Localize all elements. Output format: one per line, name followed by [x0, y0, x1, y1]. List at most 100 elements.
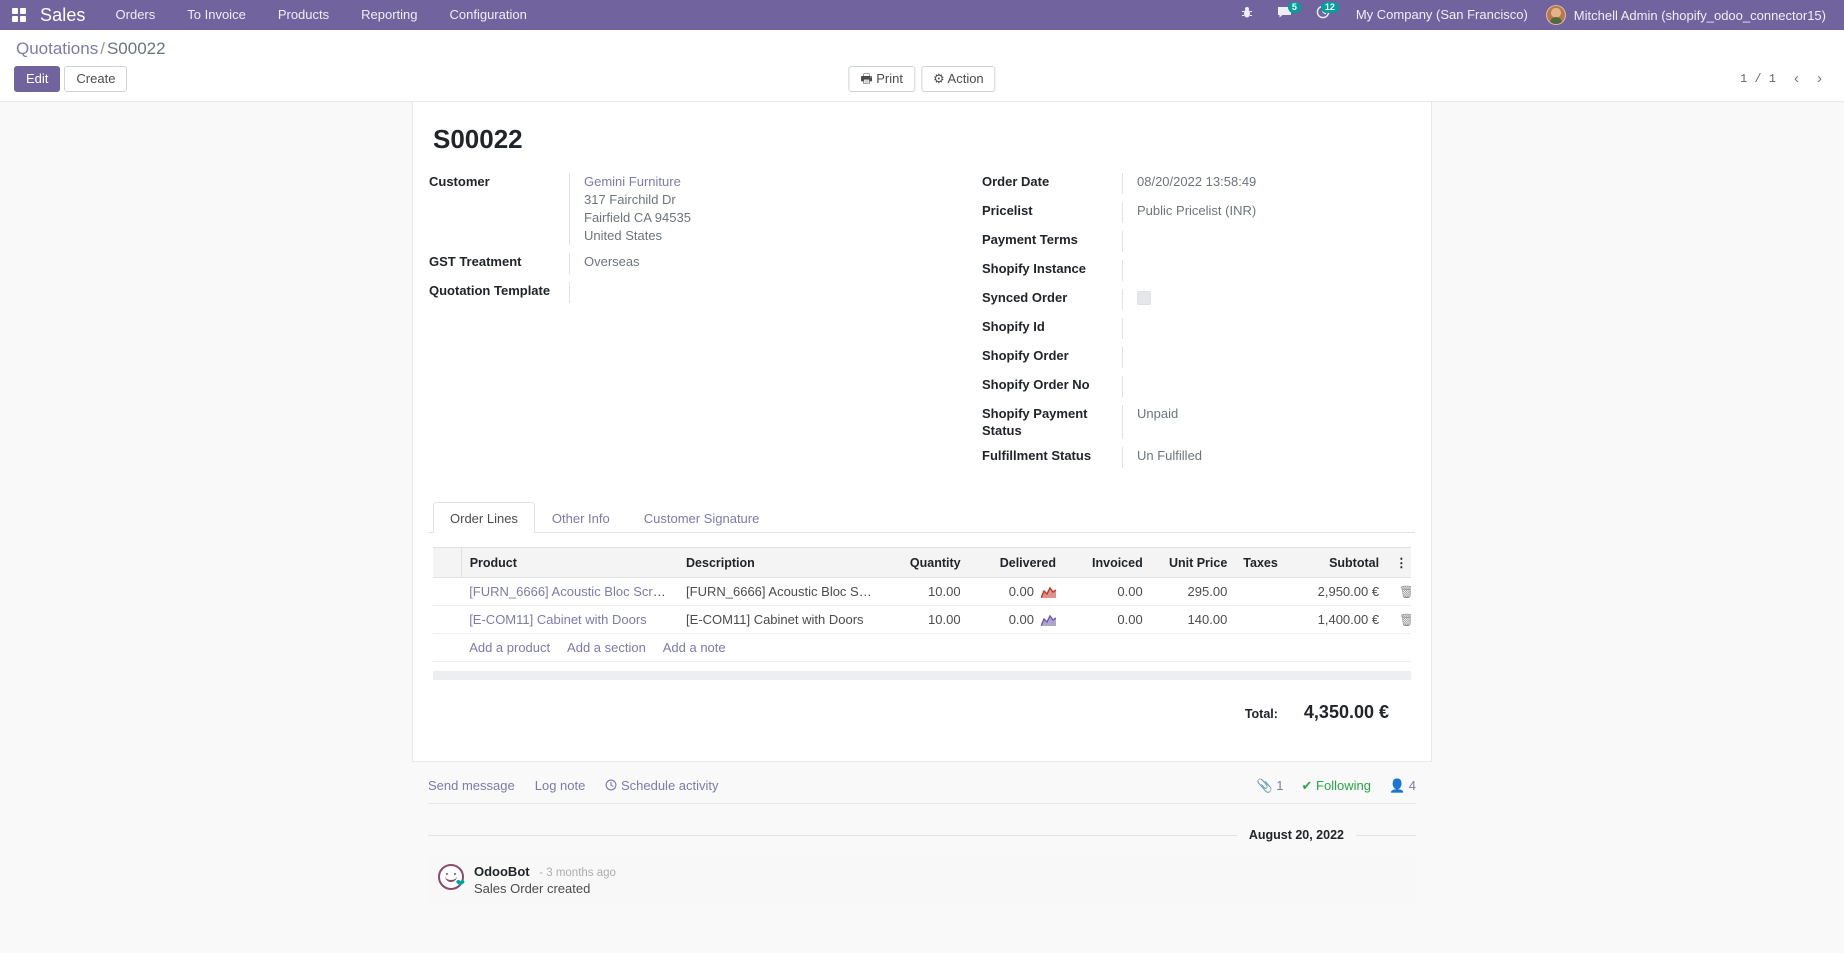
- separator-line-left: [428, 834, 1237, 836]
- pager-next-button[interactable]: ›: [1809, 70, 1830, 88]
- cell-delete[interactable]: 🗑: [1387, 577, 1411, 606]
- row-drag-handle[interactable]: [433, 577, 462, 606]
- cell-quantity[interactable]: 10.00: [884, 605, 969, 634]
- field-value-gst-treatment[interactable]: Overseas: [569, 253, 898, 274]
- field-value-payment-terms[interactable]: [1122, 231, 1415, 252]
- form-column-right: Order Date 08/20/2022 13:58:49 Pricelist…: [922, 173, 1415, 476]
- schedule-activity-button[interactable]: Schedule activity: [605, 778, 719, 793]
- field-shopify-payment-status: Shopify Payment Status Unpaid: [982, 405, 1415, 439]
- messages-icon[interactable]: 5: [1265, 0, 1304, 30]
- tab-order-lines[interactable]: Order Lines: [433, 502, 535, 533]
- pager-previous-button[interactable]: ‹: [1786, 70, 1807, 88]
- add-a-section-link[interactable]: Add a section: [567, 640, 646, 655]
- field-label-fulfillment-status: Fulfillment Status: [982, 448, 1092, 463]
- synced-order-checkbox[interactable]: [1137, 291, 1151, 305]
- row-drag-handle[interactable]: [433, 605, 462, 634]
- action-button[interactable]: ⚙ Action: [920, 66, 996, 92]
- send-message-button[interactable]: Send message: [428, 778, 515, 793]
- followers-button[interactable]: 👤 4: [1389, 778, 1416, 794]
- product-link[interactable]: [E-COM11] Cabinet with Doors: [469, 612, 647, 627]
- table-row[interactable]: [FURN_6666] Acoustic Bloc Screens [FURN_…: [433, 577, 1411, 606]
- user-menu[interactable]: Mitchell Admin (shopify_odoo_connector15…: [1542, 5, 1834, 25]
- optional-columns-toggle[interactable]: ⋮: [1387, 547, 1411, 578]
- company-switcher[interactable]: My Company (San Francisco): [1342, 0, 1542, 30]
- column-product[interactable]: Product: [461, 547, 679, 578]
- edit-button[interactable]: Edit: [14, 66, 61, 92]
- attachments-button[interactable]: 📎 1: [1256, 778, 1283, 794]
- column-quantity[interactable]: Quantity: [884, 547, 969, 578]
- pager: 1 / 1 ‹ ›: [1740, 70, 1830, 88]
- cell-invoiced[interactable]: 0.00: [1064, 577, 1151, 606]
- breadcrumb-quotations[interactable]: Quotations: [16, 39, 98, 58]
- field-gst-treatment: GST Treatment Overseas: [429, 253, 898, 274]
- field-value-quotation-template[interactable]: [569, 282, 898, 303]
- field-value-shopify-payment-status[interactable]: Unpaid: [1122, 405, 1415, 439]
- delivered-value: 0.00: [1008, 584, 1034, 599]
- cell-unit-price[interactable]: 295.00: [1150, 577, 1236, 606]
- menu-item-products[interactable]: Products: [262, 0, 345, 30]
- field-value-pricelist[interactable]: Public Pricelist (INR): [1122, 202, 1415, 223]
- cell-invoiced[interactable]: 0.00: [1064, 605, 1151, 634]
- breadcrumb-current: S00022: [106, 39, 166, 58]
- content-area: S00022 Customer Gemini Furniture 317 Fai…: [0, 102, 1844, 953]
- field-value-fulfillment-status[interactable]: Un Fulfilled: [1122, 447, 1415, 468]
- main-menu: Orders To Invoice Products Reporting Con…: [100, 0, 543, 30]
- field-value-shopify-order-no[interactable]: [1122, 376, 1415, 397]
- activities-icon[interactable]: 12: [1304, 0, 1342, 30]
- cell-quantity[interactable]: 10.00: [884, 577, 969, 606]
- trash-icon[interactable]: 🗑: [1395, 585, 1411, 599]
- column-delivered[interactable]: Delivered: [968, 547, 1064, 578]
- cell-unit-price[interactable]: 140.00: [1150, 605, 1236, 634]
- cell-taxes[interactable]: [1235, 605, 1281, 634]
- page-title: S00022: [433, 124, 523, 154]
- cell-description[interactable]: [FURN_6666] Acoustic Bloc Screens: [678, 577, 885, 606]
- message-text: Sales Order created: [474, 881, 591, 896]
- field-value-shopify-id[interactable]: [1122, 318, 1415, 339]
- tab-other-info[interactable]: Other Info: [535, 502, 627, 533]
- control-panel-buttons: Edit Create 🖶 Print ⚙ Action 1 / 1 ‹ ›: [14, 65, 1830, 93]
- menu-item-reporting[interactable]: Reporting: [345, 0, 433, 30]
- following-button[interactable]: ✔ Following: [1302, 778, 1371, 794]
- column-subtotal[interactable]: Subtotal: [1280, 547, 1388, 578]
- cell-taxes[interactable]: [1235, 577, 1281, 606]
- cell-product[interactable]: [E-COM11] Cabinet with Doors: [461, 605, 679, 634]
- debug-bug-icon[interactable]: [1229, 0, 1265, 30]
- tab-panel-order-lines: Product Description Quantity Delivered I…: [429, 533, 1415, 729]
- column-taxes[interactable]: Taxes: [1235, 547, 1281, 578]
- app-brand-sales[interactable]: Sales: [38, 5, 100, 26]
- apps-menu-button[interactable]: [0, 0, 38, 30]
- cell-delivered[interactable]: 0.00: [968, 605, 1064, 634]
- table-row[interactable]: [E-COM11] Cabinet with Doors [E-COM11] C…: [433, 605, 1411, 634]
- trash-icon[interactable]: 🗑: [1395, 613, 1411, 627]
- chatter-status: 📎 1 ✔ Following 👤 4: [1256, 778, 1416, 794]
- create-button[interactable]: Create: [64, 66, 128, 92]
- cell-product[interactable]: [FURN_6666] Acoustic Bloc Screens: [461, 577, 679, 606]
- product-link[interactable]: [FURN_6666] Acoustic Bloc Screens: [469, 584, 678, 599]
- add-a-note-link[interactable]: Add a note: [663, 640, 726, 655]
- field-value-shopify-instance[interactable]: [1122, 260, 1415, 281]
- column-invoiced[interactable]: Invoiced: [1064, 547, 1151, 578]
- cell-description[interactable]: [E-COM11] Cabinet with Doors: [678, 605, 885, 634]
- field-synced-order: Synced Order: [982, 289, 1415, 310]
- log-note-button[interactable]: Log note: [535, 778, 586, 793]
- column-unit-price[interactable]: Unit Price: [1150, 547, 1236, 578]
- customer-name[interactable]: Gemini Furniture: [584, 173, 898, 191]
- print-button[interactable]: 🖶 Print: [848, 66, 915, 92]
- avatar: [1545, 5, 1566, 25]
- field-value-order-date[interactable]: 08/20/2022 13:58:49: [1122, 173, 1415, 194]
- order-lines-horizontal-scrollbar[interactable]: [433, 671, 1411, 680]
- followers-count: 4: [1408, 777, 1416, 793]
- print-label: Print: [876, 71, 903, 86]
- cell-delivered[interactable]: 0.00: [968, 577, 1064, 606]
- field-value-customer[interactable]: Gemini Furniture 317 Fairchild Dr Fairfi…: [569, 173, 898, 245]
- menu-item-orders[interactable]: Orders: [100, 0, 172, 30]
- field-label-payment-terms: Payment Terms: [982, 232, 1078, 247]
- menu-item-configuration[interactable]: Configuration: [434, 0, 543, 30]
- field-value-shopify-order[interactable]: [1122, 347, 1415, 368]
- cell-delete[interactable]: 🗑: [1387, 605, 1411, 634]
- tab-customer-signature[interactable]: Customer Signature: [627, 502, 777, 533]
- menu-item-to-invoice[interactable]: To Invoice: [171, 0, 262, 30]
- field-value-synced-order[interactable]: [1122, 289, 1415, 310]
- column-description[interactable]: Description: [678, 547, 885, 578]
- add-a-product-link[interactable]: Add a product: [469, 640, 550, 655]
